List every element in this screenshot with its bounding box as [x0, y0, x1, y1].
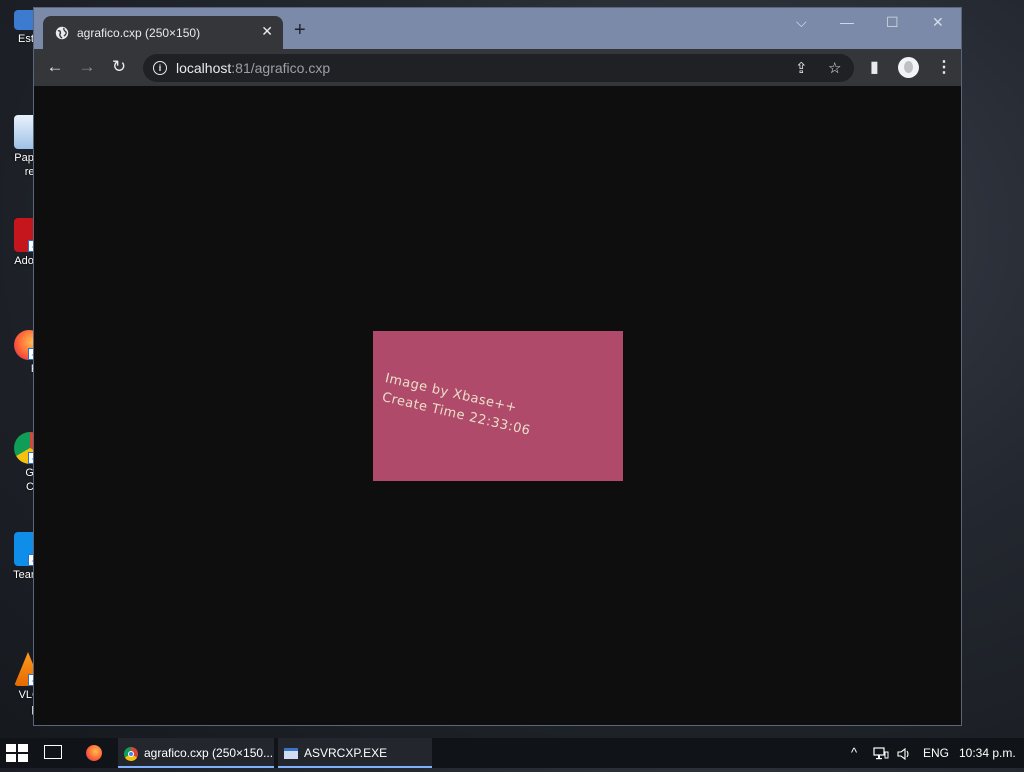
clock[interactable]: 10:34 p.m. — [959, 738, 1016, 768]
volume-icon[interactable] — [897, 738, 911, 768]
tab-close-icon[interactable]: ✕ — [261, 23, 273, 40]
url-host: localhost — [176, 60, 232, 76]
taskbar-item-label: agrafico.cxp (250×150... — [144, 746, 274, 760]
address-bar[interactable]: i localhost:81/agrafico.cxp ⇪ ☆ — [143, 54, 854, 82]
url-path: :81/agrafico.cxp — [231, 60, 331, 76]
page-viewport: Image by Xbase++ Create Time 22:33:06 — [34, 86, 961, 725]
taskbar-item-chrome[interactable]: agrafico.cxp (250×150... — [118, 738, 274, 768]
taskbar: agrafico.cxp (250×150... ASVRCXP.EXE ^ E… — [0, 738, 1024, 768]
network-icon[interactable] — [873, 738, 889, 768]
profile-avatar[interactable] — [898, 57, 919, 78]
url-text: localhost:81/agrafico.cxp — [176, 60, 330, 76]
chrome-icon — [124, 746, 138, 761]
rendered-image: Image by Xbase++ Create Time 22:33:06 — [373, 331, 623, 481]
firefox-taskbar-icon[interactable] — [86, 738, 106, 768]
new-tab-button[interactable]: + — [294, 20, 306, 40]
globe-icon — [55, 26, 69, 40]
menu-kebab-icon[interactable]: ⋮ — [936, 57, 952, 77]
browser-window: agrafico.cxp (250×150) ✕ + ⌵ — ☐ ✕ ← → ↻… — [33, 7, 962, 726]
taskbar-item-label: ASVRCXP.EXE — [304, 746, 388, 760]
tray-chevron-icon[interactable]: ^ — [851, 738, 857, 768]
language-indicator[interactable]: ENG — [923, 738, 949, 768]
minimize-button[interactable]: — — [840, 14, 854, 30]
bookmark-star-icon[interactable]: ☆ — [828, 59, 841, 77]
share-icon[interactable]: ⇪ — [795, 59, 808, 77]
tab-agrafico[interactable]: agrafico.cxp (250×150) ✕ — [43, 16, 283, 49]
site-info-icon[interactable]: i — [153, 61, 167, 75]
maximize-button[interactable]: ☐ — [886, 14, 899, 31]
browser-toolbar: ← → ↻ i localhost:81/agrafico.cxp ⇪ ☆ ▮ … — [34, 49, 961, 86]
windows-start-icon[interactable] — [6, 744, 28, 762]
tab-strip: agrafico.cxp (250×150) ✕ + ⌵ — ☐ ✕ — [34, 8, 961, 49]
side-panel-icon[interactable]: ▮ — [870, 57, 879, 77]
close-window-button[interactable]: ✕ — [932, 14, 944, 31]
task-view-icon[interactable] — [44, 745, 62, 759]
app-window-icon — [284, 748, 298, 760]
tab-search-icon[interactable]: ⌵ — [796, 14, 807, 31]
tab-title: agrafico.cxp (250×150) — [77, 26, 201, 40]
back-button[interactable]: ← — [45, 57, 65, 77]
forward-button[interactable]: → — [77, 57, 97, 77]
reload-button[interactable]: ↻ — [109, 57, 129, 77]
taskbar-item-asvrcxp[interactable]: ASVRCXP.EXE — [278, 738, 432, 768]
